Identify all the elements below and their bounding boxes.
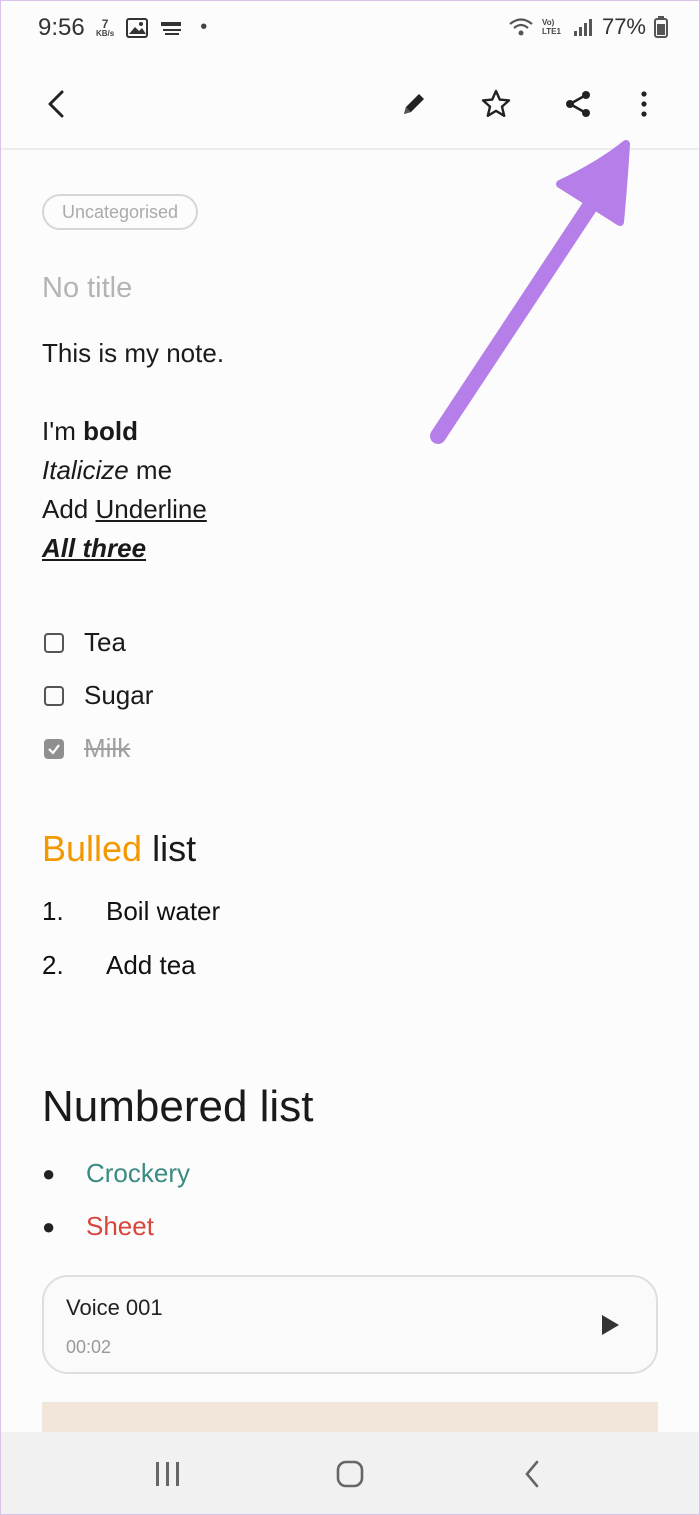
- share-icon: [566, 91, 590, 117]
- numbered-item[interactable]: 1. Boil water: [42, 896, 220, 927]
- battery-icon: [654, 16, 668, 38]
- bullet-dot-icon: ●: [42, 1213, 56, 1239]
- recent-apps-button[interactable]: [146, 1452, 190, 1496]
- play-icon: [602, 1315, 619, 1335]
- heading-accent-word: Bulled: [42, 828, 143, 869]
- bullet-item[interactable]: ● Sheet: [42, 1211, 154, 1242]
- voice-duration: 00:02: [66, 1337, 112, 1357]
- bold-line[interactable]: I'm bold: [42, 416, 138, 447]
- back-arrow-icon: [48, 90, 64, 118]
- data-speed-unit: KB/s: [96, 28, 115, 38]
- more-vertical-icon: [641, 91, 647, 117]
- voice-title: Voice 001: [66, 1295, 163, 1320]
- navigation-bar: [0, 1432, 700, 1515]
- edit-button[interactable]: [392, 82, 436, 126]
- data-speed-value: 7: [101, 16, 109, 31]
- underline-prefix: Add: [42, 494, 96, 524]
- pencil-icon: [404, 94, 424, 114]
- numbered-list-heading[interactable]: Numbered list: [42, 1082, 313, 1132]
- notification-icon: [161, 21, 182, 35]
- item-text: Add tea: [106, 950, 196, 980]
- checklist-item: Tea: [44, 627, 126, 658]
- star-icon: [481, 89, 511, 117]
- battery-percent: 77%: [601, 14, 646, 39]
- play-button[interactable]: [598, 1313, 622, 1337]
- note-toolbar: [0, 60, 700, 150]
- nav-back-button[interactable]: [510, 1452, 554, 1496]
- heading-rest: list: [142, 828, 197, 869]
- status-bar: 9:56 7 KB/s • Vo) LTE1 77%: [0, 0, 700, 60]
- home-icon: [336, 1460, 364, 1488]
- italic-line[interactable]: Italicize me: [42, 455, 172, 486]
- checkbox-checked[interactable]: [44, 738, 64, 759]
- checklist-label[interactable]: Milk: [84, 733, 130, 764]
- italic-suffix: me: [128, 455, 173, 485]
- item-number: 2.: [42, 950, 64, 980]
- underline-word: Underline: [95, 494, 207, 524]
- italic-word: Italicize: [42, 455, 129, 485]
- network-label: Vo) LTE1: [541, 18, 561, 36]
- checklist-item: Sugar: [44, 680, 153, 711]
- bullet-item[interactable]: ● Crockery: [42, 1158, 190, 1189]
- status-dot: •: [200, 16, 208, 38]
- share-button[interactable]: [556, 82, 600, 126]
- voice-recording-card[interactable]: Voice 001 00:02: [42, 1275, 658, 1374]
- recent-apps-icon: [156, 1462, 179, 1486]
- more-options-button[interactable]: [622, 82, 666, 126]
- checklist-label[interactable]: Tea: [84, 627, 126, 658]
- item-text: Boil water: [106, 896, 221, 926]
- all-three-line[interactable]: All three: [42, 533, 146, 564]
- bold-word: bold: [83, 416, 138, 446]
- checkbox[interactable]: [44, 685, 64, 706]
- bulled-list-heading[interactable]: Bulled list: [42, 828, 196, 870]
- signal-icon: [573, 19, 592, 36]
- status-time: 9:56: [38, 14, 85, 41]
- status-right-icons: Vo) LTE1 77%: [508, 14, 668, 40]
- wifi-icon: [509, 18, 533, 36]
- bold-prefix: I'm: [42, 416, 84, 446]
- note-body-line[interactable]: This is my note.: [42, 338, 224, 369]
- favorite-button[interactable]: [474, 82, 518, 126]
- back-button[interactable]: [34, 82, 78, 126]
- numbered-item[interactable]: 2. Add tea: [42, 950, 196, 981]
- note-title[interactable]: No title: [42, 272, 132, 305]
- category-chip[interactable]: Uncategorised: [42, 194, 199, 230]
- status-left-icons: 7 KB/s •: [96, 16, 207, 39]
- item-text: Crockery: [86, 1158, 191, 1188]
- home-button[interactable]: [328, 1452, 372, 1496]
- checklist-item: Milk: [44, 733, 130, 764]
- nav-back-icon: [525, 1460, 539, 1488]
- data-speed-indicator: 7 KB/s: [96, 18, 114, 38]
- all-three-text: All three: [42, 533, 147, 563]
- checkbox[interactable]: [44, 632, 64, 653]
- underline-line[interactable]: Add Underline: [42, 494, 207, 525]
- item-text: Sheet: [86, 1211, 154, 1241]
- item-number: 1.: [42, 896, 64, 926]
- gallery-icon: [126, 17, 149, 38]
- bullet-dot-icon: ●: [42, 1160, 56, 1186]
- checkmark-icon: [48, 743, 60, 755]
- checklist-label[interactable]: Sugar: [84, 680, 153, 711]
